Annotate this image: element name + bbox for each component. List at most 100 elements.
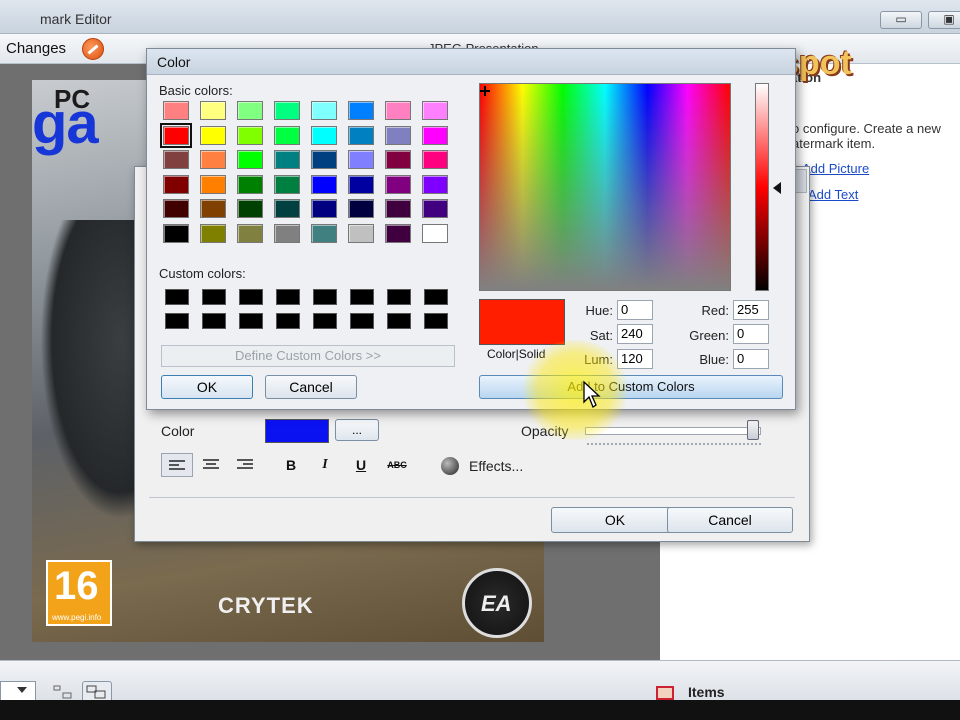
opacity-slider-thumb[interactable] xyxy=(747,420,759,440)
basic-color-swatch[interactable] xyxy=(237,223,263,243)
custom-color-swatch[interactable] xyxy=(350,289,374,305)
edit-dialog-scrollbar[interactable] xyxy=(795,169,807,193)
zoom-select[interactable] xyxy=(0,681,36,701)
watermark-text-preview[interactable]: ga xyxy=(32,90,99,157)
custom-color-swatch[interactable] xyxy=(239,313,263,329)
edit-ok-button[interactable]: OK xyxy=(551,507,679,533)
minimize-button[interactable]: ▭ xyxy=(880,11,922,29)
basic-color-swatch[interactable] xyxy=(348,101,374,120)
basic-color-swatch[interactable] xyxy=(163,223,189,243)
basic-color-swatch[interactable] xyxy=(200,174,226,194)
basic-color-swatch[interactable] xyxy=(237,174,263,194)
lum-input[interactable]: 120 xyxy=(617,349,653,369)
maximize-button[interactable]: ▣ xyxy=(928,11,960,29)
custom-color-swatch[interactable] xyxy=(239,289,263,305)
basic-color-swatch[interactable] xyxy=(200,150,226,169)
luminosity-slider[interactable] xyxy=(755,83,769,291)
custom-color-swatch[interactable] xyxy=(424,313,448,329)
add-text-link[interactable]: Add Text xyxy=(808,187,858,202)
basic-color-swatch[interactable] xyxy=(348,125,374,145)
items-label[interactable]: Items xyxy=(688,684,725,700)
basic-color-swatch[interactable] xyxy=(163,199,189,218)
red-input[interactable]: 255 xyxy=(733,300,769,320)
basic-color-swatch[interactable] xyxy=(385,125,411,145)
text-color-swatch[interactable] xyxy=(265,419,329,443)
custom-color-swatch[interactable] xyxy=(276,289,300,305)
basic-color-swatch[interactable] xyxy=(237,101,263,120)
basic-color-swatch[interactable] xyxy=(274,101,300,120)
underline-button[interactable]: U xyxy=(345,453,377,477)
basic-color-swatch[interactable] xyxy=(311,125,337,145)
add-to-custom-colors-button[interactable]: Add to Custom Colors xyxy=(479,375,783,399)
items-icon[interactable] xyxy=(656,686,674,700)
basic-color-swatch[interactable] xyxy=(274,174,300,194)
basic-color-swatch[interactable] xyxy=(348,223,374,243)
align-right-button[interactable] xyxy=(229,453,261,477)
custom-color-swatch[interactable] xyxy=(313,289,337,305)
custom-color-swatch[interactable] xyxy=(202,313,226,329)
basic-color-swatch[interactable] xyxy=(237,125,263,145)
basic-color-swatch[interactable] xyxy=(237,199,263,218)
edit-cancel-button[interactable]: Cancel xyxy=(667,507,793,533)
effects-icon[interactable] xyxy=(441,457,459,475)
custom-color-swatch[interactable] xyxy=(387,289,411,305)
view-mode-single-button[interactable] xyxy=(52,683,74,701)
basic-color-swatch[interactable] xyxy=(160,122,192,148)
basic-color-swatch[interactable] xyxy=(163,174,189,194)
color-dialog-titlebar[interactable]: Color xyxy=(147,49,795,75)
basic-color-swatch[interactable] xyxy=(385,223,411,243)
basic-color-swatch[interactable] xyxy=(274,223,300,243)
bold-button[interactable]: B xyxy=(275,453,307,477)
custom-color-swatch[interactable] xyxy=(165,289,189,305)
basic-color-swatch[interactable] xyxy=(422,101,448,120)
opacity-slider-track[interactable] xyxy=(585,427,761,435)
custom-color-swatch[interactable] xyxy=(350,313,374,329)
basic-color-swatch[interactable] xyxy=(163,101,189,120)
basic-color-swatch[interactable] xyxy=(422,199,448,218)
color-spectrum[interactable] xyxy=(479,83,731,291)
align-left-button[interactable] xyxy=(161,453,193,477)
basic-color-swatch[interactable] xyxy=(385,101,411,120)
custom-color-swatch[interactable] xyxy=(424,289,448,305)
basic-color-swatch[interactable] xyxy=(311,174,337,194)
blue-input[interactable]: 0 xyxy=(733,349,769,369)
basic-color-swatch[interactable] xyxy=(311,223,337,243)
basic-color-swatch[interactable] xyxy=(348,174,374,194)
basic-color-swatch[interactable] xyxy=(200,125,226,145)
add-picture-link[interactable]: Add Picture xyxy=(802,161,869,176)
green-input[interactable]: 0 xyxy=(733,324,769,344)
basic-color-swatch[interactable] xyxy=(274,125,300,145)
basic-color-swatch[interactable] xyxy=(422,125,448,145)
basic-color-swatch[interactable] xyxy=(422,150,448,169)
effects-button[interactable]: Effects... xyxy=(469,458,523,474)
basic-color-swatch[interactable] xyxy=(422,174,448,194)
basic-color-swatch[interactable] xyxy=(274,199,300,218)
basic-color-swatch[interactable] xyxy=(163,150,189,169)
toolbar-changes-label[interactable]: Changes xyxy=(6,40,66,57)
basic-color-swatch[interactable] xyxy=(274,150,300,169)
italic-button[interactable]: I xyxy=(309,453,341,477)
custom-color-swatch[interactable] xyxy=(276,313,300,329)
hue-input[interactable]: 0 xyxy=(617,300,653,320)
basic-color-swatch[interactable] xyxy=(348,150,374,169)
choose-color-button[interactable]: ... xyxy=(335,419,379,441)
align-center-button[interactable] xyxy=(195,453,227,477)
basic-color-swatch[interactable] xyxy=(385,199,411,218)
basic-color-swatch[interactable] xyxy=(385,174,411,194)
custom-color-swatch[interactable] xyxy=(165,313,189,329)
color-cancel-button[interactable]: Cancel xyxy=(265,375,357,399)
basic-color-swatch[interactable] xyxy=(311,150,337,169)
strikethrough-button[interactable]: ABC xyxy=(381,453,413,477)
sat-input[interactable]: 240 xyxy=(617,324,653,344)
custom-color-swatch[interactable] xyxy=(313,313,337,329)
basic-color-swatch[interactable] xyxy=(200,223,226,243)
basic-color-swatch[interactable] xyxy=(200,199,226,218)
basic-color-swatch[interactable] xyxy=(237,150,263,169)
basic-color-swatch[interactable] xyxy=(311,199,337,218)
custom-color-swatch[interactable] xyxy=(202,289,226,305)
basic-color-swatch[interactable] xyxy=(422,223,448,243)
basic-color-swatch[interactable] xyxy=(200,101,226,120)
luminosity-arrow-icon[interactable] xyxy=(773,182,781,194)
custom-color-swatch[interactable] xyxy=(387,313,411,329)
basic-color-swatch[interactable] xyxy=(385,150,411,169)
